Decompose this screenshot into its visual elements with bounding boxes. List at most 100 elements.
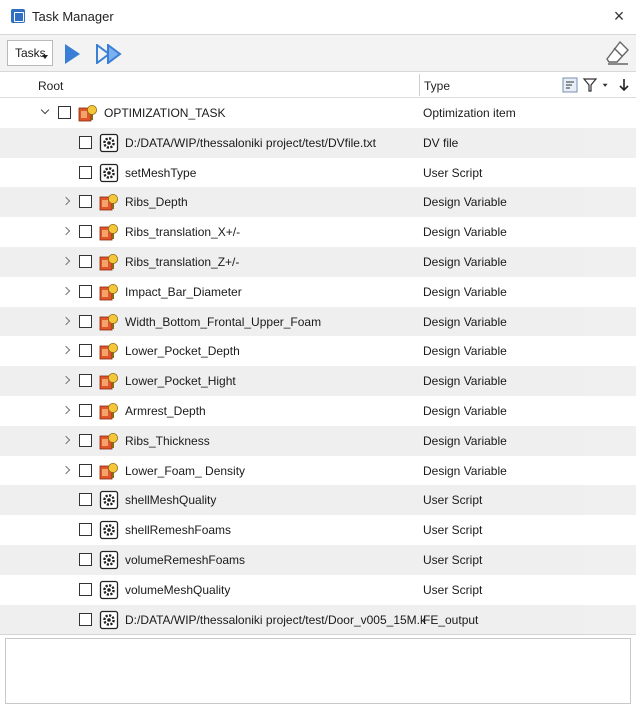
play-icon[interactable]	[65, 44, 80, 64]
chevron-right-icon[interactable]	[61, 405, 71, 415]
row-type: Design Variable	[423, 284, 507, 299]
row-label: Ribs_Thickness	[125, 433, 210, 448]
row-type: Design Variable	[423, 374, 507, 389]
column-type[interactable]: Type	[424, 79, 450, 93]
row-label: setMeshType	[125, 165, 197, 180]
row-checkbox[interactable]	[79, 225, 92, 239]
chevron-right-icon[interactable]	[61, 465, 71, 475]
sort-icon[interactable]	[562, 77, 578, 93]
chevron-right-icon[interactable]	[61, 375, 71, 385]
row-label: Lower_Pocket_Hight	[125, 374, 236, 389]
row-label: D:/DATA/WIP/thessaloniki project/test/Do…	[125, 612, 427, 627]
row-checkbox[interactable]	[79, 135, 92, 149]
tree-row[interactable]: D:/DATA/WIP/thessaloniki project/test/Do…	[0, 604, 636, 634]
design-variable-icon	[99, 282, 119, 302]
tree-row[interactable]: Lower_Foam_ Density Design Variable	[0, 456, 636, 486]
gear-script-icon	[99, 133, 119, 153]
row-type: Design Variable	[423, 254, 507, 269]
row-label: volumeRemeshFoams	[125, 552, 246, 567]
row-type: FE_output	[423, 612, 479, 627]
gear-script-icon	[99, 163, 119, 183]
row-label: Ribs_translation_Z+/-	[125, 254, 240, 269]
column-root[interactable]: Root	[38, 79, 63, 93]
row-type: DV file	[423, 135, 459, 150]
tree-row[interactable]: volumeMeshQuality User Script	[0, 575, 636, 605]
tasks-menu-button[interactable]: Tasks	[7, 40, 53, 66]
tree-row[interactable]: volumeRemeshFoams User Script	[0, 544, 636, 575]
design-variable-icon	[99, 312, 119, 332]
row-label: shellMeshQuality	[125, 493, 217, 508]
design-variable-icon	[99, 341, 119, 361]
tree-row[interactable]: Width_Bottom_Frontal_Upper_Foam Design Va…	[0, 306, 636, 337]
tree-row[interactable]: Ribs_translation_Z+/- Design Variable	[0, 246, 636, 277]
eraser-icon[interactable]	[606, 40, 630, 66]
tree-row[interactable]: OPTIMIZATION_TASK Optimization item	[0, 98, 636, 128]
chevron-right-icon[interactable]	[61, 435, 71, 445]
fast-forward-icon[interactable]	[96, 44, 124, 64]
design-variable-icon	[99, 401, 119, 421]
row-label: Ribs_translation_X+/-	[125, 225, 241, 240]
tree-row[interactable]: Ribs_translation_X+/- Design Variable	[0, 217, 636, 247]
chevron-right-icon[interactable]	[61, 226, 71, 236]
close-button[interactable]: ×	[610, 5, 628, 27]
row-type: Design Variable	[423, 344, 507, 359]
gear-script-icon	[99, 520, 119, 540]
row-checkbox[interactable]	[79, 284, 92, 298]
gear-script-icon	[99, 490, 119, 510]
row-type: Design Variable	[423, 195, 507, 210]
tree-row[interactable]: setMeshType User Script	[0, 158, 636, 188]
row-type: Design Variable	[423, 225, 507, 240]
tree-row[interactable]: Ribs_Thickness Design Variable	[0, 425, 636, 456]
title-bar: Task Manager ×	[0, 0, 636, 34]
arrow-down-icon[interactable]	[616, 77, 632, 93]
tree-row[interactable]: shellRemeshFoams User Script	[0, 515, 636, 545]
row-checkbox[interactable]	[79, 195, 92, 209]
row-type: Design Variable	[423, 433, 507, 448]
window-title: Task Manager	[32, 9, 114, 24]
row-checkbox[interactable]	[58, 106, 71, 119]
row-type: User Script	[423, 165, 483, 180]
chevron-down-icon	[42, 55, 48, 59]
row-checkbox[interactable]	[79, 582, 92, 596]
tree-row[interactable]: Armrest_Depth Design Variable	[0, 396, 636, 426]
panel-divider[interactable]	[0, 634, 636, 635]
row-checkbox[interactable]	[79, 165, 92, 179]
design-variable-icon	[99, 252, 119, 272]
row-checkbox[interactable]	[79, 374, 92, 388]
row-checkbox[interactable]	[79, 523, 92, 537]
chevron-right-icon[interactable]	[61, 196, 71, 206]
row-label: Ribs_Depth	[125, 195, 188, 210]
row-type: Design Variable	[423, 403, 507, 418]
tree-row[interactable]: Lower_Pocket_Hight Design Variable	[0, 366, 636, 396]
chevron-right-icon[interactable]	[61, 345, 71, 355]
filter-icon[interactable]	[582, 77, 598, 93]
row-checkbox[interactable]	[79, 314, 92, 328]
tree-row[interactable]: Ribs_Depth Design Variable	[0, 187, 636, 218]
row-checkbox[interactable]	[79, 433, 92, 447]
chevron-right-icon[interactable]	[61, 316, 71, 326]
dropdown-icon[interactable]	[602, 77, 612, 93]
optimization-icon	[78, 103, 98, 123]
row-checkbox[interactable]	[79, 463, 92, 477]
design-variable-icon	[99, 461, 119, 481]
row-type: User Script	[423, 582, 483, 597]
row-label: volumeMeshQuality	[125, 582, 231, 597]
tree-row[interactable]: Impact_Bar_Diameter Design Variable	[0, 277, 636, 307]
gear-script-icon	[99, 580, 119, 600]
row-checkbox[interactable]	[79, 552, 92, 566]
chevron-right-icon[interactable]	[61, 256, 71, 266]
chevron-down-icon[interactable]	[40, 107, 50, 117]
row-checkbox[interactable]	[79, 493, 92, 507]
chevron-right-icon[interactable]	[61, 286, 71, 296]
design-variable-icon	[99, 192, 119, 212]
row-checkbox[interactable]	[79, 344, 92, 358]
row-label: Lower_Pocket_Depth	[125, 344, 240, 359]
tree-row[interactable]: Lower_Pocket_Depth Design Variable	[0, 336, 636, 366]
row-checkbox[interactable]	[79, 612, 92, 626]
column-separator[interactable]	[419, 74, 420, 96]
row-checkbox[interactable]	[79, 254, 92, 268]
row-checkbox[interactable]	[79, 403, 92, 417]
tree-row[interactable]: shellMeshQuality User Script	[0, 485, 636, 516]
row-type: User Script	[423, 493, 483, 508]
tree-row[interactable]: D:/DATA/WIP/thessaloniki project/test/DV…	[0, 127, 636, 158]
